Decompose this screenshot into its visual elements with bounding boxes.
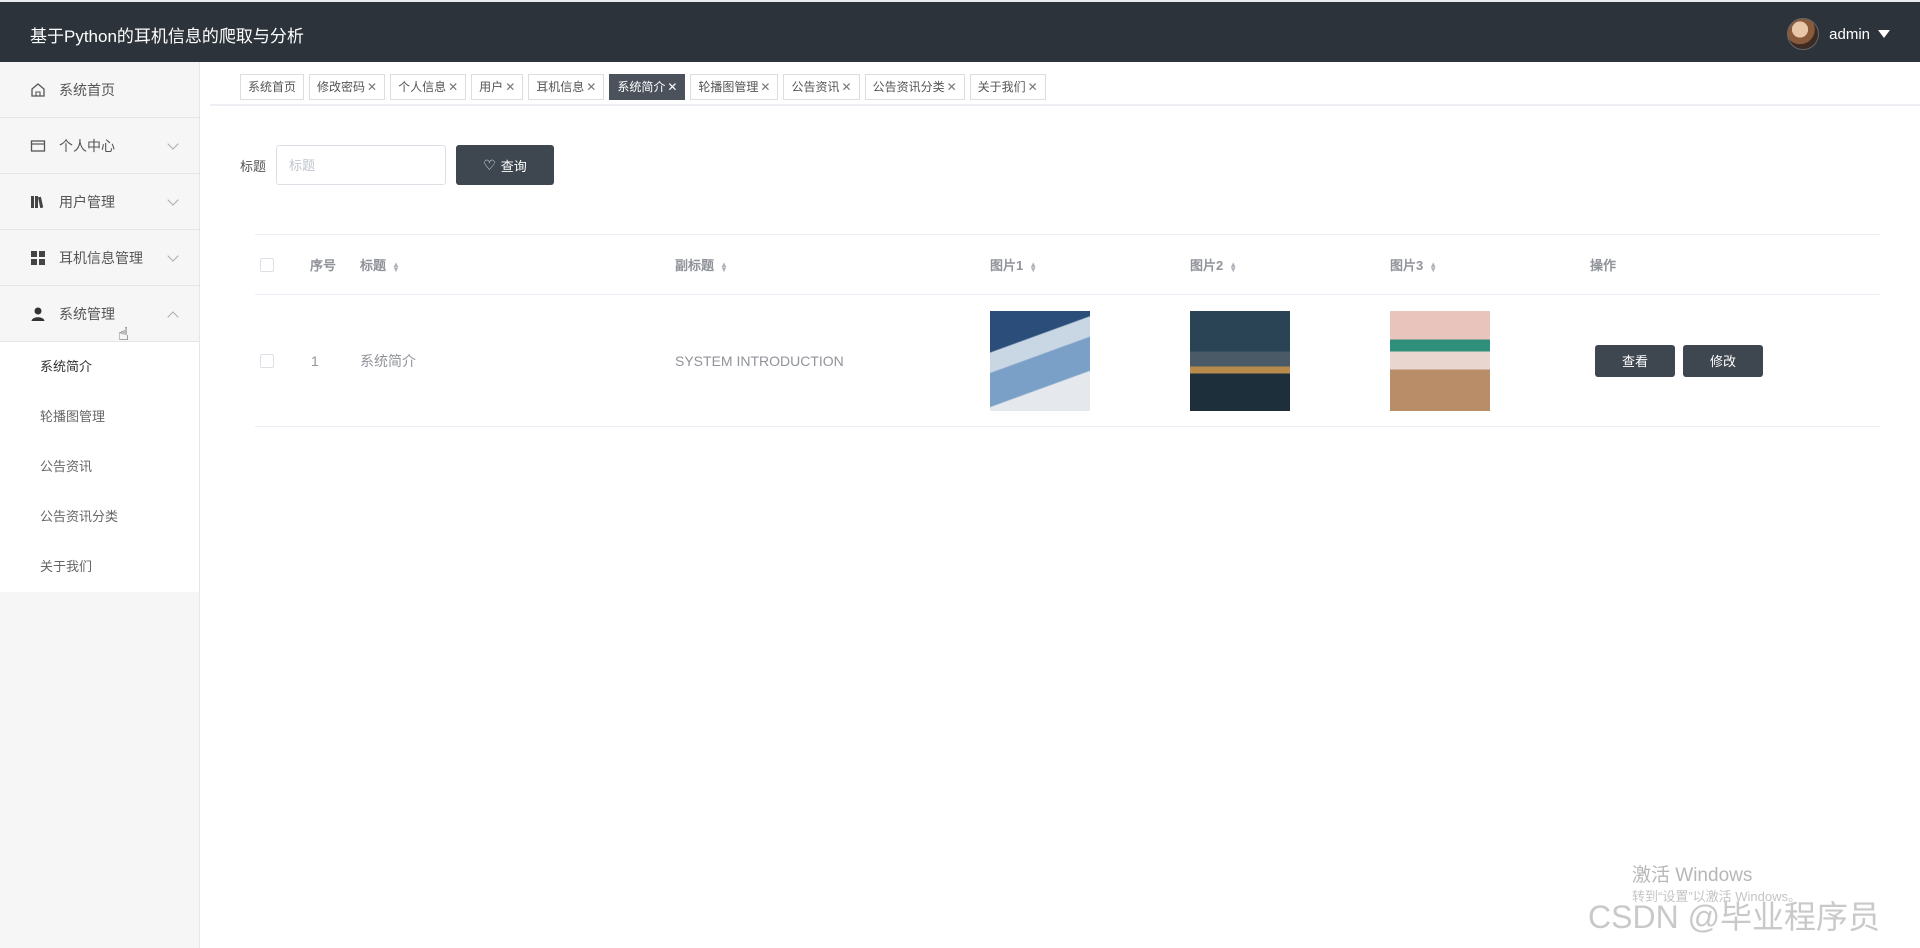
table-row: 1 系统简介 SYSTEM INTRODUCTION 查看 修改: [255, 295, 1880, 427]
header-image1[interactable]: 图片1 ▲ ▼: [990, 255, 1037, 274]
submenu-item-carousel[interactable]: 轮播图管理: [0, 392, 199, 442]
tab-news[interactable]: 公告资讯 ✕: [783, 74, 860, 100]
csdn-watermark: CSDN @毕业程序员: [1588, 899, 1881, 935]
sidebar: 系统首页 个人中心 用户管理 耳机信息管理 系统管理 系统简介 轮播图管理 公告…: [0, 62, 200, 948]
search-bar: 标题 ♡ 查询: [240, 145, 555, 185]
header-index: 序号: [310, 258, 337, 273]
sidebar-item-label: 系统管理: [59, 305, 115, 322]
tab-divider: [210, 104, 1920, 106]
sidebar-item-label: 用户管理: [59, 193, 115, 210]
submenu-system-management: 系统简介 轮播图管理 公告资讯 公告资讯分类 关于我们: [0, 342, 199, 592]
sidebar-item-personal-center[interactable]: 个人中心: [0, 118, 199, 174]
close-icon[interactable]: ✕: [842, 80, 852, 94]
sidebar-item-system-management[interactable]: 系统管理: [0, 286, 199, 342]
tab-change-password[interactable]: 修改密码 ✕: [309, 74, 386, 100]
tab-system-intro[interactable]: 系统简介 ✕: [609, 74, 686, 100]
tab-user[interactable]: 用户 ✕: [471, 74, 524, 100]
close-icon[interactable]: ✕: [448, 80, 458, 94]
hand-cursor-icon: ☝: [118, 324, 129, 344]
wallet-icon: [30, 138, 46, 154]
submenu-item-system-intro[interactable]: 系统简介: [0, 342, 199, 392]
tab-carousel[interactable]: 轮播图管理 ✕: [690, 74, 779, 100]
username[interactable]: admin: [1829, 26, 1870, 43]
sidebar-item-headphone-management[interactable]: 耳机信息管理: [0, 230, 199, 286]
sidebar-item-user-management[interactable]: 用户管理: [0, 174, 199, 230]
view-button[interactable]: 查看: [1595, 344, 1675, 377]
image3-thumbnail[interactable]: [1390, 311, 1490, 411]
search-input[interactable]: [276, 145, 447, 185]
grid-icon: [30, 250, 46, 266]
chevron-up-icon[interactable]: [167, 311, 179, 323]
image1-thumbnail[interactable]: [990, 311, 1090, 411]
search-label: 标题: [240, 158, 267, 174]
submenu-item-news[interactable]: 公告资讯: [0, 442, 199, 492]
select-all-checkbox[interactable]: [260, 257, 274, 272]
person-icon: [30, 306, 46, 322]
close-icon[interactable]: ✕: [367, 80, 377, 94]
chevron-down-icon[interactable]: [167, 250, 179, 262]
data-table: 序号 标题 ▲ ▼ 副标题 ▲ ▼ 图片1 ▲ ▼ 图片2 ▲ ▼ 图片3 ▲ ▼ 操作 1 系统简…: [255, 234, 1880, 427]
sort-icon: ▲ ▼: [392, 259, 400, 274]
image2-thumbnail[interactable]: [1190, 311, 1290, 411]
header-subtitle[interactable]: 副标题 ▲ ▼: [675, 255, 728, 274]
sidebar-item-home[interactable]: 系统首页: [0, 62, 199, 118]
row-title: 系统简介: [360, 352, 416, 369]
sort-icon: ▲ ▼: [720, 259, 728, 274]
tab-personal-info[interactable]: 个人信息 ✕: [390, 74, 467, 100]
table-header: 序号 标题 ▲ ▼ 副标题 ▲ ▼ 图片1 ▲ ▼ 图片2 ▲ ▼ 图片3 ▲ ▼ 操作: [255, 235, 1880, 295]
sort-icon: ▲ ▼: [1229, 259, 1238, 274]
sidebar-item-label: 个人中心: [59, 137, 115, 154]
close-icon[interactable]: ✕: [586, 80, 596, 94]
user-menu[interactable]: admin: [1787, 18, 1890, 50]
header-title[interactable]: 标题 ▲ ▼: [360, 255, 400, 274]
avatar[interactable]: [1787, 18, 1820, 50]
sort-icon: ▲ ▼: [1029, 259, 1038, 274]
chevron-down-icon[interactable]: [167, 194, 179, 206]
header-operations: 操作: [1590, 258, 1617, 273]
chevron-down-icon[interactable]: [167, 138, 179, 150]
close-icon[interactable]: ✕: [505, 80, 515, 94]
header-image3[interactable]: 图片3 ▲ ▼: [1390, 255, 1437, 274]
close-icon[interactable]: ✕: [1028, 80, 1038, 94]
tab-headphone-info[interactable]: 耳机信息 ✕: [528, 74, 605, 100]
row-subtitle: SYSTEM INTRODUCTION: [675, 352, 844, 369]
submenu-item-about-us[interactable]: 关于我们: [0, 542, 199, 592]
heart-icon: ♡: [483, 156, 496, 173]
row-checkbox[interactable]: [260, 353, 274, 368]
close-icon[interactable]: ✕: [947, 80, 957, 94]
tab-home[interactable]: 系统首页: [240, 74, 305, 100]
sidebar-item-label: 耳机信息管理: [59, 249, 143, 266]
row-index: 1: [311, 352, 319, 369]
header-image2[interactable]: 图片2 ▲ ▼: [1190, 255, 1237, 274]
home-icon: [30, 82, 46, 98]
close-icon[interactable]: ✕: [760, 80, 770, 94]
tab-about-us[interactable]: 关于我们 ✕: [969, 74, 1046, 100]
books-icon: [30, 194, 46, 210]
tab-bar: 系统首页 修改密码 ✕ 个人信息 ✕ 用户 ✕ 耳机信息 ✕ 系统简介 ✕ 轮播图管理 ✕ …: [240, 74, 1051, 100]
edit-button[interactable]: 修改: [1683, 344, 1763, 377]
close-icon[interactable]: ✕: [667, 80, 677, 94]
top-header: 基于Python的耳机信息的爬取与分析 admin: [0, 0, 1920, 62]
app-title: 基于Python的耳机信息的爬取与分析: [30, 27, 304, 46]
sort-icon: ▲ ▼: [1429, 259, 1438, 274]
caret-down-icon[interactable]: [1878, 30, 1890, 38]
windows-activation-watermark: 激活 Windows: [1632, 865, 1753, 886]
sidebar-item-label: 系统首页: [59, 81, 115, 98]
submenu-item-news-category[interactable]: 公告资讯分类: [0, 492, 199, 542]
tab-news-category[interactable]: 公告资讯分类 ✕: [864, 74, 965, 100]
search-button[interactable]: ♡ 查询: [456, 145, 555, 185]
